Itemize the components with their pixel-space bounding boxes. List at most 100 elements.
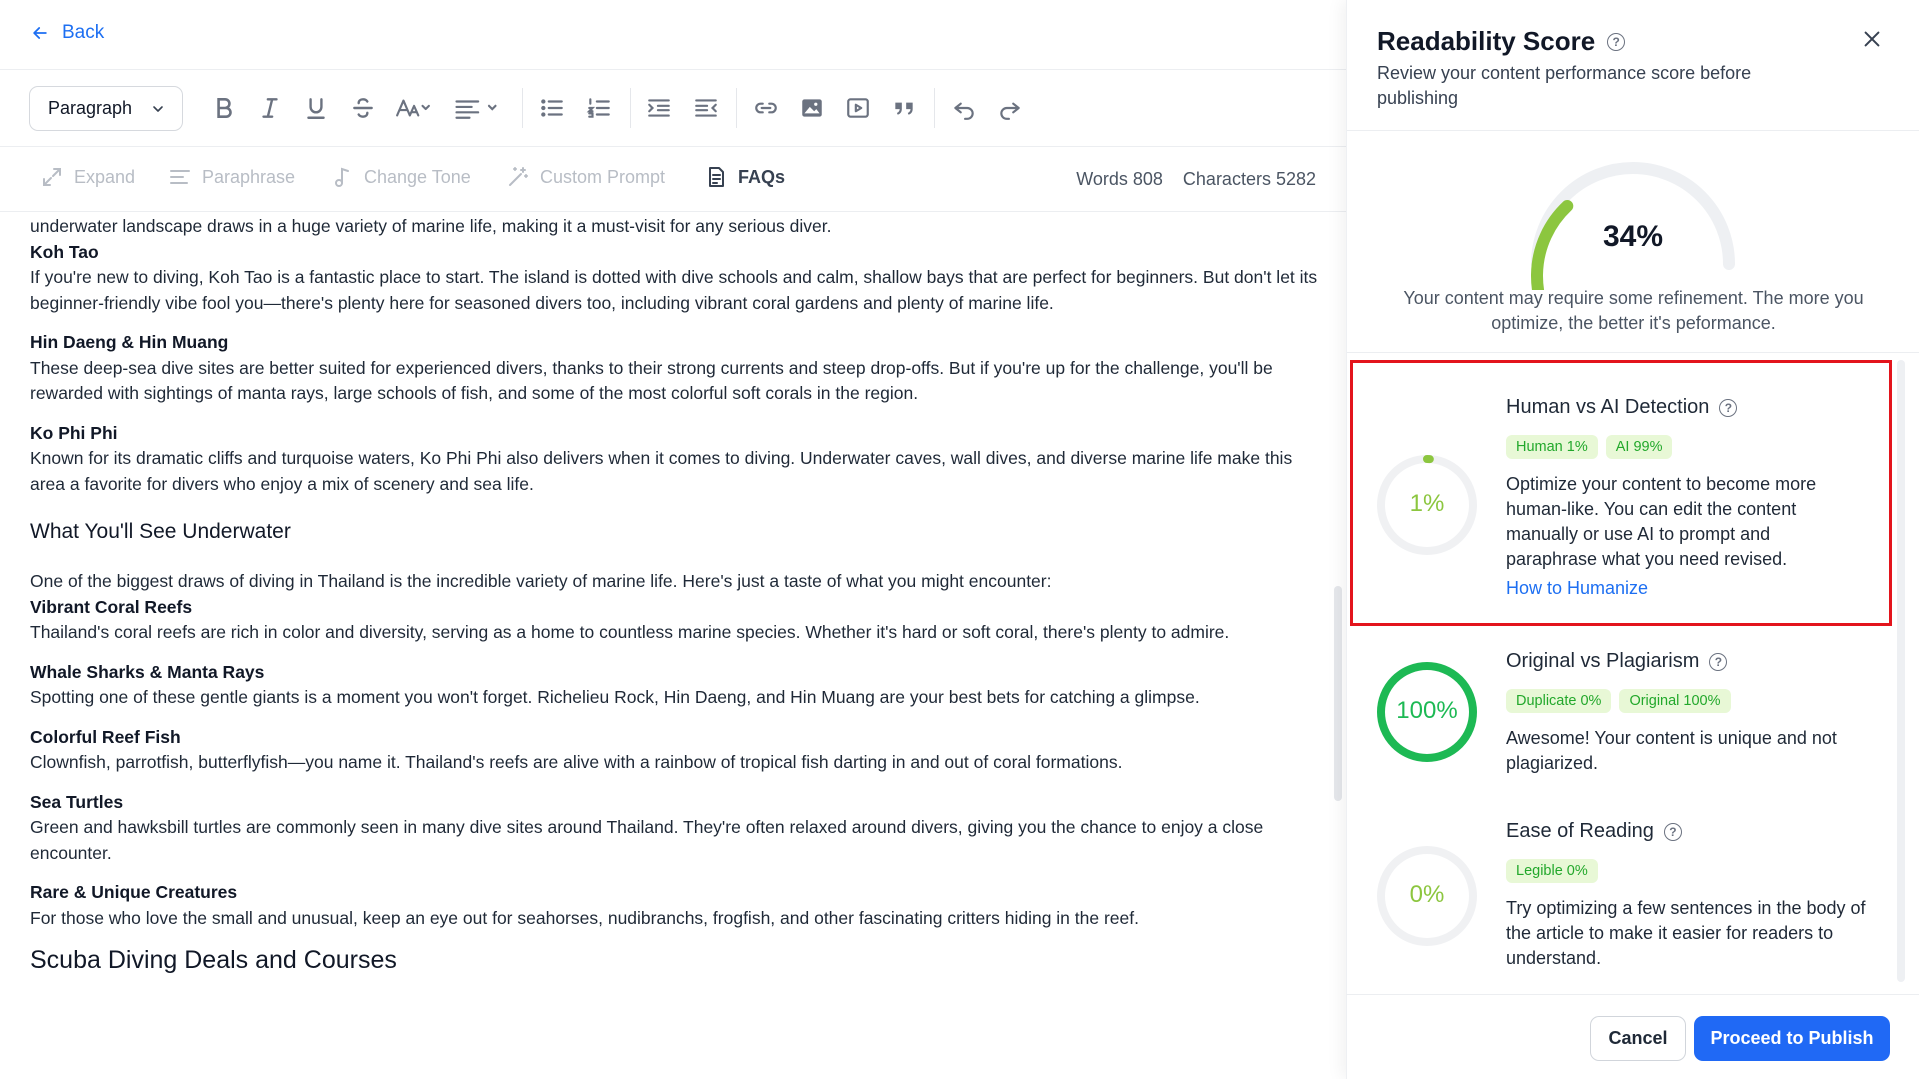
paragraph: These deep-sea dive sites are better sui… <box>30 357 1273 404</box>
numbered-list-button[interactable] <box>583 92 615 124</box>
change-tone-button[interactable]: Change Tone <box>330 165 471 189</box>
section-reef-fish: Colorful Reef Fish Clownfish, parrotfish… <box>30 725 1320 776</box>
video-icon <box>847 98 869 118</box>
section-heading: Hin Daeng & Hin Muang <box>30 332 229 352</box>
ai-tools-bar: Expand Paraphrase Change Tone Custom Pro… <box>0 147 1346 211</box>
section-whale-sharks: Whale Sharks & Manta Rays Spotting one o… <box>30 660 1320 711</box>
link-icon <box>755 102 777 114</box>
redo-button[interactable] <box>994 92 1026 124</box>
cancel-button[interactable]: Cancel <box>1590 1016 1686 1061</box>
score-value: 34% <box>1602 220 1664 253</box>
back-label: Back <box>62 22 105 43</box>
numbered-list-icon <box>586 98 610 118</box>
section-coral-reefs: Vibrant Coral Reefs Thailand's coral ree… <box>30 595 1320 646</box>
formatting-toolbar: Paragraph <box>0 70 1346 146</box>
paragraph: Thailand's coral reefs are rich in color… <box>30 622 1230 642</box>
undo-icon <box>954 102 974 120</box>
section-sea-turtles: Sea Turtles Green and hawksbill turtles … <box>30 790 1320 867</box>
paragraph: For those who love the small and unusual… <box>30 907 1139 928</box>
divider <box>1347 130 1919 131</box>
expand-icon <box>43 168 61 186</box>
expand-button[interactable]: Expand <box>40 165 135 189</box>
divider <box>1347 352 1919 353</box>
highlight-frame <box>1350 360 1892 626</box>
paraphrase-button[interactable]: Paraphrase <box>168 165 295 189</box>
strikethrough-icon <box>353 98 373 118</box>
duplicate-chip: Duplicate 0% <box>1506 689 1612 713</box>
close-icon[interactable] <box>1861 28 1883 50</box>
legible-chip: Legible 0% <box>1506 859 1598 883</box>
underline-icon <box>307 98 325 119</box>
paragraph: Known for its dramatic cliffs and turquo… <box>30 448 1293 494</box>
divider <box>934 88 935 128</box>
align-left-icon <box>455 100 497 119</box>
bold-button[interactable] <box>208 92 240 124</box>
back-button[interactable]: Back <box>30 22 104 44</box>
font-size-button[interactable] <box>392 92 434 124</box>
article-body[interactable]: underwater landscape draws in a huge var… <box>30 214 1320 1079</box>
editor-scrollbar[interactable] <box>1334 586 1342 801</box>
quote-button[interactable] <box>888 92 920 124</box>
metric-description: Try optimizing a few sentences in the bo… <box>1506 898 1866 968</box>
outdent-button[interactable] <box>690 92 722 124</box>
editor-area: Back Paragraph Expand Paraphrase Change … <box>0 0 1346 1079</box>
section-heading: Rare & Unique Creatures <box>30 882 238 902</box>
panel-title: Readability Score ? <box>1377 26 1626 57</box>
section-heading: Sea Turtles <box>30 791 124 812</box>
section-koh-tao: Koh Tao If you're new to diving, Koh Tao… <box>30 240 1320 317</box>
plagiarism-score: 100% <box>1396 697 1458 724</box>
image-button[interactable] <box>796 92 828 124</box>
indent-button[interactable] <box>643 92 675 124</box>
subheading: What You'll See Underwater <box>30 520 291 543</box>
paragraph: Green and hawksbill turtles are commonly… <box>30 817 1264 863</box>
faqs-label: FAQs <box>738 166 786 187</box>
strikethrough-button[interactable] <box>347 92 379 124</box>
custom-prompt-button[interactable]: Custom Prompt <box>506 165 665 189</box>
paragraph-style-value: Paragraph <box>48 98 133 118</box>
undo-button[interactable] <box>948 92 980 124</box>
metric-description: Awesome! Your content is unique and not … <box>1506 728 1837 773</box>
proceed-to-publish-button[interactable]: Proceed to Publish <box>1694 1016 1890 1061</box>
help-icon[interactable]: ? <box>1607 32 1626 51</box>
divider <box>1346 994 1919 995</box>
italic-button[interactable] <box>254 92 286 124</box>
change-tone-label: Change Tone <box>364 166 471 187</box>
video-button[interactable] <box>842 92 874 124</box>
section-heading: Ko Phi Phi <box>30 422 118 443</box>
custom-prompt-label: Custom Prompt <box>540 166 666 187</box>
paraphrase-icon <box>170 170 190 184</box>
help-icon[interactable]: ? <box>1709 652 1728 671</box>
help-icon[interactable]: ? <box>1663 822 1682 841</box>
arrow-left-icon <box>33 27 47 39</box>
link-button[interactable] <box>750 92 782 124</box>
original-chip: Original 100% <box>1619 689 1731 713</box>
paraphrase-label: Paraphrase <box>202 166 296 187</box>
divider <box>0 211 1346 212</box>
outdent-icon <box>695 99 717 117</box>
section-heading: Koh Tao <box>30 241 99 262</box>
section-heading: Whale Sharks & Manta Rays <box>30 661 265 682</box>
character-count: Characters 5282 <box>1182 169 1316 189</box>
plagiarism-chips: Duplicate 0% Original 100% <box>1506 689 1731 713</box>
section-heading: Vibrant Coral Reefs <box>30 596 193 617</box>
panel-subtitle: Review your content performance score be… <box>1377 63 1752 108</box>
paragraph-style-select[interactable]: Paragraph <box>29 86 183 131</box>
indent-icon <box>648 99 670 117</box>
bullet-list-button[interactable] <box>536 92 568 124</box>
readability-gauge: 34% <box>1517 160 1749 350</box>
document-list-icon <box>709 167 724 187</box>
panel-scrollbar[interactable] <box>1897 360 1905 982</box>
align-select[interactable] <box>450 92 502 124</box>
score-message: Your content may require some refinement… <box>1403 288 1864 333</box>
paragraph: Clownfish, parrotfish, butterflyfish—you… <box>30 752 1123 772</box>
metric-plagiarism: 100% Original vs Plagiarism ? Duplicate … <box>1347 640 1907 790</box>
section-rare-creatures: Rare & Unique Creatures For those who lo… <box>30 880 1320 931</box>
divider <box>736 88 737 128</box>
chevron-down-icon <box>153 105 163 112</box>
music-note-icon <box>335 167 349 187</box>
faqs-button[interactable]: FAQs <box>704 165 785 189</box>
underline-button[interactable] <box>300 92 332 124</box>
divider <box>522 88 523 128</box>
document-counts: Words 808 Characters 5282 <box>1076 169 1316 190</box>
metric-ease-of-reading: 0% Ease of Reading ? Legible 0% Try opti… <box>1347 810 1907 985</box>
